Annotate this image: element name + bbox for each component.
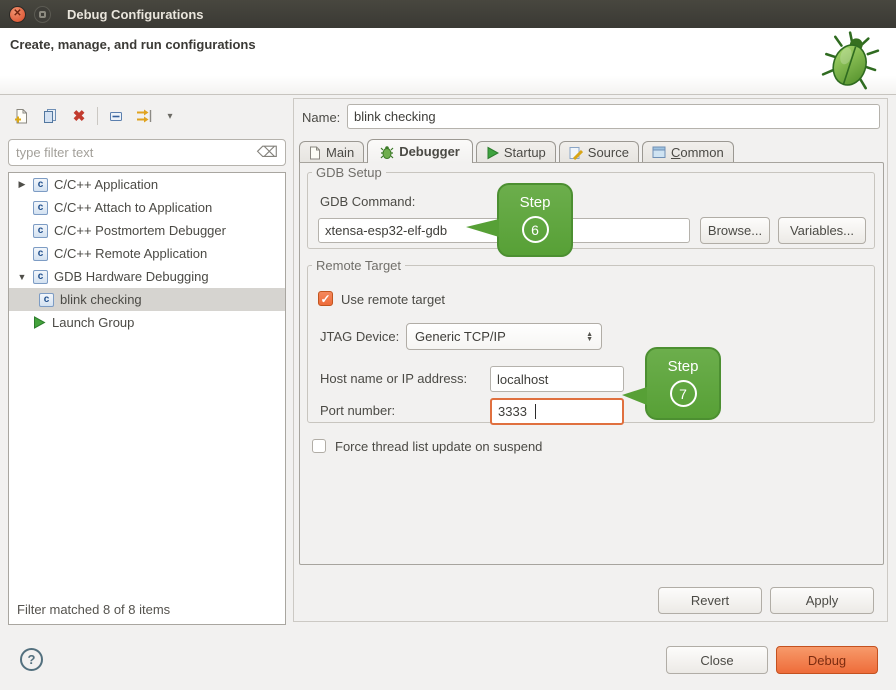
c-launch-icon: c: [39, 293, 54, 307]
collapse-all-icon: [108, 108, 124, 124]
host-input[interactable]: [490, 366, 624, 392]
clear-filter-icon[interactable]: ⌫: [257, 145, 278, 160]
c-launch-icon: c: [33, 178, 48, 192]
tree-item-launch-group[interactable]: ▶ Launch Group: [9, 311, 285, 334]
play-icon: [486, 146, 499, 160]
duplicate-configuration-button[interactable]: [39, 105, 61, 127]
force-thread-label: Force thread list update on suspend: [335, 439, 542, 454]
configuration-tabs: Main Debugger Startup Source Common: [299, 139, 737, 163]
remote-target-legend: Remote Target: [312, 258, 405, 273]
copy-icon: [42, 108, 58, 124]
help-button[interactable]: ?: [20, 648, 43, 671]
gdb-command-label: GDB Command:: [320, 194, 415, 209]
step-number-badge: 6: [522, 216, 549, 243]
tree-item-cpp-remote[interactable]: ▶ c C/C++ Remote Application: [9, 242, 285, 265]
gdb-setup-group: GDB Setup GDB Command: Browse... Variabl…: [307, 165, 875, 249]
revert-button[interactable]: Revert: [658, 587, 762, 614]
launch-group-icon: [33, 316, 46, 329]
variables-button[interactable]: Variables...: [778, 217, 866, 244]
use-remote-target-label: Use remote target: [341, 292, 445, 307]
filter-icon: [136, 108, 154, 124]
collapse-arrow-icon[interactable]: ▼: [17, 272, 27, 282]
new-page-icon: [13, 108, 29, 124]
gdb-setup-legend: GDB Setup: [312, 165, 386, 180]
page-icon: [309, 146, 321, 160]
name-label: Name:: [302, 110, 340, 125]
filter-configurations-button[interactable]: [134, 105, 156, 127]
jtag-device-label: JTAG Device:: [320, 329, 399, 344]
tree-item-label: C/C++ Remote Application: [54, 246, 207, 261]
dialog-header: Create, manage, and run configurations: [0, 28, 896, 95]
tab-debugger[interactable]: Debugger: [367, 139, 473, 163]
tree-item-cpp-postmortem[interactable]: ▶ c C/C++ Postmortem Debugger: [9, 219, 285, 242]
tree-item-label: C/C++ Attach to Application: [54, 200, 212, 215]
step-number-badge: 7: [670, 380, 697, 407]
name-input[interactable]: [347, 104, 880, 129]
tree-item-label: GDB Hardware Debugging: [54, 269, 209, 284]
tree-item-cpp-application[interactable]: ▶ c C/C++ Application: [9, 173, 285, 196]
port-input[interactable]: [490, 398, 624, 425]
step-6-callout: Step 6: [497, 183, 573, 257]
step-7-callout: Step 7: [645, 347, 721, 420]
c-launch-icon: c: [33, 270, 48, 284]
port-label: Port number:: [320, 403, 395, 418]
filter-input[interactable]: [16, 145, 257, 160]
force-thread-checkbox[interactable]: [312, 439, 326, 453]
tree-item-label: C/C++ Application: [54, 177, 158, 192]
window-icon: [652, 146, 666, 159]
tab-main[interactable]: Main: [299, 141, 364, 163]
window-maximize-button[interactable]: [34, 6, 51, 23]
tree-item-gdb-hardware-debugging[interactable]: ▼ c GDB Hardware Debugging: [9, 265, 285, 288]
c-launch-icon: c: [33, 224, 48, 238]
launch-configuration-tree: ▶ c C/C++ Application ▶ c C/C++ Attach t…: [8, 172, 286, 625]
spinner-arrows-icon: ▲▼: [586, 332, 593, 342]
jtag-device-select[interactable]: Generic TCP/IP ▲▼: [406, 323, 602, 350]
window-title: Debug Configurations: [67, 7, 204, 22]
collapse-all-button[interactable]: [105, 105, 127, 127]
tree-item-label: C/C++ Postmortem Debugger: [54, 223, 226, 238]
tree-item-blink-checking[interactable]: c blink checking: [9, 288, 285, 311]
new-configuration-button[interactable]: [10, 105, 32, 127]
remote-target-group: Remote Target ✓ Use remote target JTAG D…: [307, 258, 875, 423]
window-close-button[interactable]: ✕: [9, 6, 26, 23]
toolbar-separator: [97, 107, 98, 125]
debugger-tab-content: GDB Setup GDB Command: Browse... Variabl…: [299, 162, 884, 565]
c-launch-icon: c: [33, 201, 48, 215]
browse-button[interactable]: Browse...: [700, 217, 770, 244]
expand-arrow-icon[interactable]: ▶: [17, 179, 27, 190]
tree-item-cpp-attach[interactable]: ▶ c C/C++ Attach to Application: [9, 196, 285, 219]
source-icon: [569, 146, 583, 160]
callout-tail: [466, 219, 499, 237]
dialog-header-title: Create, manage, and run configurations: [10, 37, 256, 52]
debug-bug-icon: [820, 29, 882, 96]
tree-item-label: Launch Group: [52, 315, 134, 330]
callout-tail: [622, 387, 647, 405]
use-remote-target-checkbox[interactable]: ✓: [318, 291, 333, 306]
close-button[interactable]: Close: [666, 646, 768, 674]
host-label: Host name or IP address:: [320, 371, 467, 386]
filter-field-container: ⌫: [8, 139, 286, 166]
jtag-device-value: Generic TCP/IP: [415, 329, 586, 344]
debug-button[interactable]: Debug: [776, 646, 878, 674]
tab-startup[interactable]: Startup: [476, 141, 556, 163]
toolbar-menu-dropdown[interactable]: ▾: [163, 105, 177, 127]
text-cursor: [535, 404, 536, 419]
tab-common[interactable]: Common: [642, 141, 734, 163]
window-titlebar: ✕ Debug Configurations: [0, 0, 896, 28]
tree-item-label: blink checking: [60, 292, 142, 307]
bug-icon: [380, 145, 394, 159]
c-launch-icon: c: [33, 247, 48, 261]
filter-match-status: Filter matched 8 of 8 items: [17, 602, 170, 617]
apply-button[interactable]: Apply: [770, 587, 874, 614]
tab-source[interactable]: Source: [559, 141, 639, 163]
launch-toolbar: ✖ ▾: [10, 104, 177, 128]
delete-configuration-button[interactable]: ✖: [68, 105, 90, 127]
